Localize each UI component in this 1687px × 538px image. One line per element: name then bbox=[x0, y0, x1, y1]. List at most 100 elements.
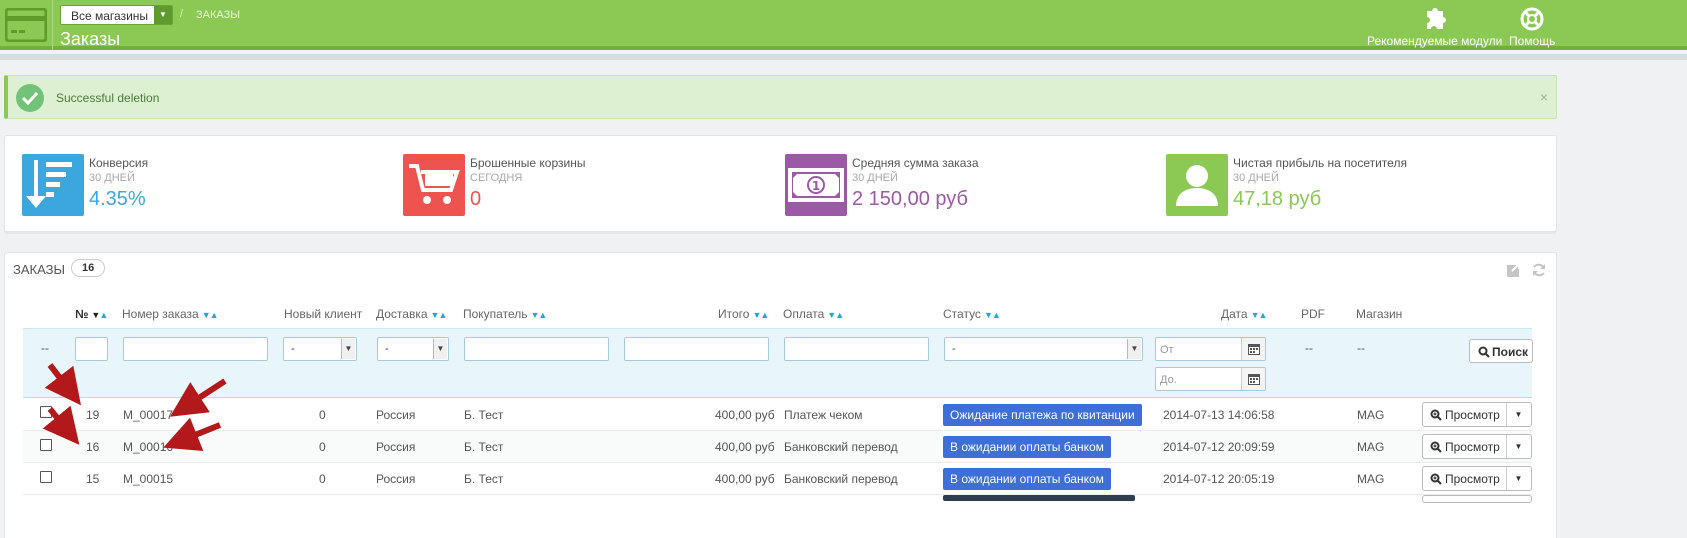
cart-icon bbox=[403, 154, 465, 216]
view-button-main[interactable]: Просмотр bbox=[1423, 467, 1507, 490]
arrow-mark bbox=[42, 405, 80, 445]
column-header-delivery[interactable]: Доставка ▼▲ bbox=[376, 307, 447, 321]
row-ref: M_00015 bbox=[123, 472, 174, 486]
column-header-customer[interactable]: Покупатель ▼▲ bbox=[463, 307, 547, 321]
chevron-down-icon: ▼ bbox=[1127, 339, 1141, 359]
calendar-icon[interactable] bbox=[1241, 338, 1265, 360]
view-button-main[interactable]: Просмотр bbox=[1423, 403, 1507, 426]
store-select[interactable]: Все магазины ▼ bbox=[60, 5, 173, 25]
lifebuoy-icon bbox=[1520, 7, 1544, 31]
row-date: 2014-07-12 20:09:59 bbox=[1163, 440, 1275, 454]
user-icon bbox=[1166, 154, 1228, 216]
chevron-down-icon: ▼ bbox=[433, 339, 447, 359]
recommended-modules-label: Рекомендуемые модули bbox=[1367, 34, 1503, 48]
row-customer: Б. Тест bbox=[464, 408, 504, 422]
kpi-net-profit[interactable]: Чистая прибыль на посетителя 30 ДНЕЙ 47,… bbox=[1166, 154, 1546, 216]
filter-status-value: - bbox=[952, 343, 956, 355]
row-date: 2014-07-12 20:05:19 bbox=[1163, 472, 1275, 486]
help-button[interactable]: Помощь bbox=[1509, 7, 1555, 48]
arrow-mark bbox=[44, 363, 81, 406]
row-id: 15 bbox=[86, 472, 100, 486]
table-row[interactable] bbox=[23, 495, 1532, 527]
filter-payment-input[interactable] bbox=[784, 337, 929, 361]
filter-date-to[interactable]: До. bbox=[1155, 367, 1266, 391]
filter-customer-input[interactable] bbox=[464, 337, 609, 361]
breadcrumb-separator: / bbox=[180, 8, 184, 20]
view-button-main[interactable]: Просмотр bbox=[1423, 435, 1507, 458]
row-checkbox[interactable] bbox=[40, 471, 52, 483]
arrow-mark bbox=[169, 378, 227, 417]
filter-delivery-select[interactable]: - ▼ bbox=[377, 337, 449, 361]
chevron-down-icon: ▼ bbox=[341, 339, 355, 359]
close-icon[interactable]: × bbox=[1540, 89, 1548, 105]
column-header-new-client: Новый клиент bbox=[284, 307, 363, 321]
kpi-value: 47,18 руб bbox=[1233, 188, 1322, 210]
column-header-date[interactable]: Дата ▼▲ bbox=[1221, 307, 1267, 321]
column-header-pdf: PDF bbox=[1301, 307, 1325, 321]
chevron-down-icon[interactable]: ▼ bbox=[1506, 403, 1531, 426]
row-payment: Банковский перевод bbox=[784, 440, 898, 454]
kpi-value: 0 bbox=[470, 188, 482, 210]
view-order-button[interactable]: Просмотр ▼ bbox=[1422, 402, 1532, 427]
funnel-list-icon bbox=[22, 154, 84, 216]
column-header-id[interactable]: № ▼▲ bbox=[75, 307, 108, 321]
row-delivery: Россия bbox=[376, 472, 416, 486]
table-row[interactable]: 19 M_00017 0 Россия Б. Тест 400,00 руб П… bbox=[23, 399, 1532, 431]
view-order-button[interactable]: Просмотр ▼ bbox=[1422, 466, 1532, 491]
status-badge-partial bbox=[943, 495, 1135, 501]
column-header-payment[interactable]: Оплата ▼▲ bbox=[783, 307, 844, 321]
date-from-placeholder: От bbox=[1160, 344, 1174, 356]
filter-new-client-select[interactable]: - ▼ bbox=[283, 337, 357, 361]
row-delivery: Россия bbox=[376, 408, 416, 422]
kpi-title: Средняя сумма заказа bbox=[852, 156, 979, 170]
table-row[interactable]: 15 M_00015 0 Россия Б. Тест 400,00 руб Б… bbox=[23, 463, 1532, 495]
kpi-conversion[interactable]: Конверсия 30 ДНЕЙ 4.35% bbox=[22, 154, 382, 216]
zoom-in-icon bbox=[1430, 473, 1442, 485]
filter-row: -- - ▼ - ▼ - ▼ От До. -- -- Поиск bbox=[23, 328, 1533, 398]
chevron-down-icon[interactable]: ▼ bbox=[1506, 467, 1531, 490]
kpi-average-order[interactable]: 1 Средняя сумма заказа 30 ДНЕЙ 2 150,00 … bbox=[785, 154, 1145, 216]
kpi-abandoned-carts[interactable]: Брошенные корзины СЕГОДНЯ 0 bbox=[403, 154, 763, 216]
kpi-panel: Конверсия 30 ДНЕЙ 4.35% Брошенные корзин… bbox=[4, 135, 1557, 232]
view-button-label: Просмотр bbox=[1445, 472, 1500, 486]
filter-total-input[interactable] bbox=[624, 337, 769, 361]
store-select-label: Все магазины bbox=[71, 9, 149, 23]
filter-date-from[interactable]: От bbox=[1155, 337, 1266, 361]
refresh-button[interactable] bbox=[1528, 259, 1550, 281]
view-order-button-partial[interactable] bbox=[1422, 495, 1532, 503]
row-shop: MAG bbox=[1357, 408, 1385, 422]
row-date: 2014-07-13 14:06:58 bbox=[1163, 408, 1275, 422]
kpi-title: Чистая прибыль на посетителя bbox=[1233, 156, 1407, 170]
kpi-period: 30 ДНЕЙ bbox=[852, 172, 898, 184]
top-header: Все магазины ▼ / ЗАКАЗЫ Заказы Рекоменду… bbox=[0, 0, 1687, 50]
row-shop: MAG bbox=[1357, 440, 1385, 454]
kpi-period: СЕГОДНЯ bbox=[470, 172, 523, 184]
banknote-icon: 1 bbox=[785, 154, 847, 216]
row-total: 400,00 руб bbox=[715, 440, 775, 454]
check-circle-icon bbox=[16, 84, 44, 112]
kpi-period: 30 ДНЕЙ bbox=[1233, 172, 1279, 184]
search-button[interactable]: Поиск bbox=[1469, 339, 1533, 363]
column-header-status[interactable]: Статус ▼▲ bbox=[943, 307, 1001, 321]
kpi-period: 30 ДНЕЙ bbox=[89, 172, 135, 184]
filter-dash: -- bbox=[41, 341, 49, 355]
filter-status-select[interactable]: - ▼ bbox=[944, 337, 1143, 361]
kpi-value: 2 150,00 руб bbox=[852, 188, 968, 210]
row-payment: Банковский перевод bbox=[784, 472, 898, 486]
orders-heading: ЗАКАЗЫ bbox=[13, 262, 65, 277]
view-button-label: Просмотр bbox=[1445, 408, 1500, 422]
view-order-button[interactable]: Просмотр ▼ bbox=[1422, 434, 1532, 459]
column-header-ref[interactable]: Номер заказа ▼▲ bbox=[122, 307, 219, 321]
calendar-icon[interactable] bbox=[1241, 368, 1265, 390]
search-icon bbox=[1478, 346, 1490, 358]
row-shop: MAG bbox=[1357, 472, 1385, 486]
column-header-total[interactable]: Итого ▼▲ bbox=[718, 307, 769, 321]
table-row[interactable]: 16 M_00016 0 Россия Б. Тест 400,00 руб Б… bbox=[23, 431, 1532, 463]
chevron-down-icon: ▼ bbox=[154, 6, 172, 24]
recommended-modules-button[interactable]: Рекомендуемые модули bbox=[1367, 7, 1502, 48]
export-button[interactable] bbox=[1503, 259, 1525, 281]
breadcrumb-current[interactable]: ЗАКАЗЫ bbox=[196, 9, 240, 21]
row-total: 400,00 руб bbox=[715, 472, 775, 486]
chevron-down-icon[interactable]: ▼ bbox=[1506, 435, 1531, 458]
help-label: Помощь bbox=[1509, 34, 1556, 48]
